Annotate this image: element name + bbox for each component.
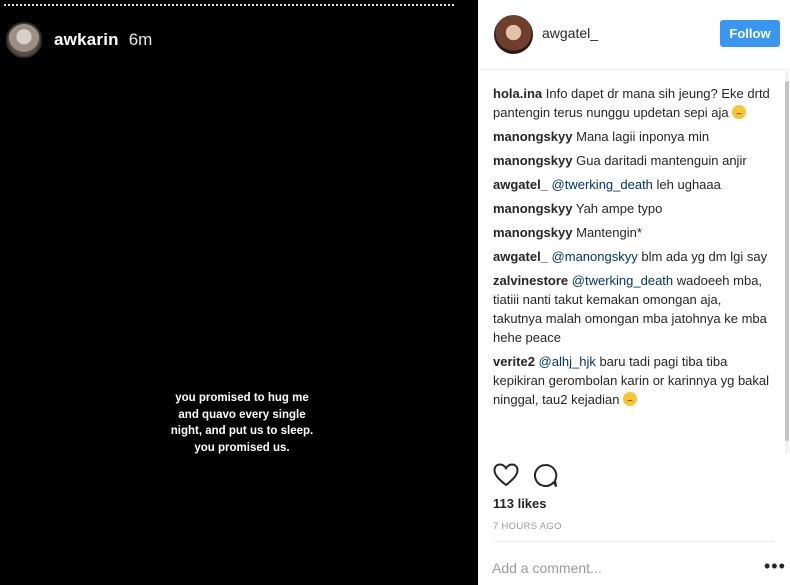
comment-text: Yah ampe typo (575, 201, 663, 216)
comment-mention-link[interactable]: @twerking_death (552, 177, 653, 192)
comment-username[interactable]: awgatel_ (493, 249, 548, 264)
post-sidebar: awgatel_ Follow hola.ina Info dapet dr m… (478, 0, 790, 585)
like-count[interactable]: 113 likes (493, 496, 547, 511)
story-caption: you promised to hug me and quavo every s… (170, 392, 314, 454)
comment-text: Mantengin* (576, 225, 642, 240)
comment-item: awgatel_ @manongskyy blm ada yg dm lgi s… (493, 247, 771, 266)
comment-icon[interactable] (533, 463, 558, 488)
comment-list: hola.ina Info dapet dr mana sih jeung? E… (478, 71, 783, 453)
comment-item: awgatel_ @twerking_death leh ughaaa (493, 175, 771, 194)
comment-username[interactable]: manongskyy (493, 225, 572, 240)
post-avatar[interactable] (494, 15, 533, 54)
story-avatar[interactable] (6, 22, 42, 58)
comment-text: leh ughaaa (652, 177, 721, 192)
comment-item: manongskyy Mantengin* (493, 223, 771, 242)
story-header: awkarin 6m (6, 22, 152, 58)
comment-divider (493, 541, 775, 542)
post-actions (493, 462, 558, 488)
comment-username[interactable]: manongskyy (493, 129, 572, 144)
comment-username[interactable]: manongskyy (493, 201, 572, 216)
comment-mention-link[interactable]: @manongskyy (552, 249, 638, 264)
comment-mention-link[interactable]: @alhj_hjk (539, 354, 596, 369)
comment-item: zalvinestore @twerking_death wadoeeh mba… (493, 271, 771, 347)
more-options-button[interactable]: ••• (764, 557, 786, 575)
comment-username[interactable]: verite2 (493, 354, 535, 369)
post-header: awgatel_ Follow (478, 0, 790, 70)
comment-item: manongskyy Yah ampe typo (493, 199, 771, 218)
story-username[interactable]: awkarin (54, 30, 119, 50)
comment-username[interactable]: hola.ina (493, 86, 542, 101)
story-viewer: awkarin 6m you promised to hug me and qu… (0, 0, 478, 585)
worried-face-emoji-icon (623, 392, 638, 406)
scrollbar-thumb[interactable] (785, 81, 789, 441)
comment-text: Mana lagii inponya min (576, 129, 710, 144)
comment-username[interactable]: zalvinestore (493, 273, 568, 288)
comment-item: manongskyy Mana lagii inponya min (493, 127, 771, 146)
heart-icon[interactable] (493, 463, 519, 487)
comment-username[interactable]: manongskyy (493, 153, 572, 168)
sad-face-emoji-icon (732, 105, 747, 119)
story-progress-bar (4, 4, 454, 6)
comment-text: blm ada yg dm lgi say (637, 249, 768, 264)
comment-text: Gua daritadi mantenguin anjir (576, 153, 747, 168)
comment-item: verite2 @alhj_hjk baru tadi pagi tiba ti… (493, 352, 771, 409)
story-timestamp: 6m (128, 30, 153, 49)
add-comment-input[interactable] (492, 558, 747, 578)
comment-item: hola.ina Info dapet dr mana sih jeung? E… (493, 84, 771, 122)
comments-scrollbar[interactable] (785, 71, 789, 453)
comment-item: manongskyy Gua daritadi mantenguin anjir (493, 151, 771, 170)
follow-button[interactable]: Follow (720, 20, 780, 47)
post-timestamp: 7 HOURS AGO (493, 521, 562, 532)
comment-mention-link[interactable]: @twerking_death (572, 273, 673, 288)
comment-username[interactable]: awgatel_ (493, 177, 548, 192)
post-username[interactable]: awgatel_ (542, 25, 598, 41)
